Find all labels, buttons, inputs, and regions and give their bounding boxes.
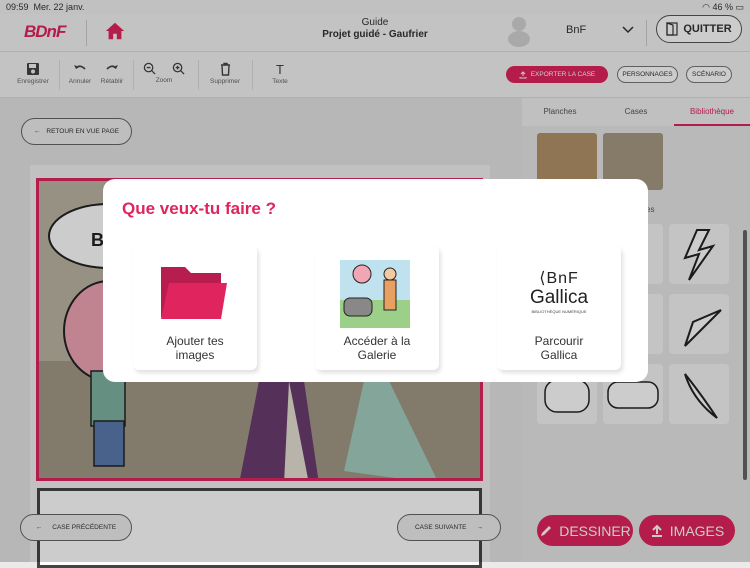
gallica-tagline: BIBLIOTHÈQUE NUMÉRIQUE (531, 309, 587, 314)
option-label-line: Accéder à la (343, 334, 411, 348)
option-label-line: Gallica (540, 348, 578, 362)
option-label: Parcourir Gallica (497, 334, 621, 362)
option-label-line: images (175, 348, 215, 362)
gallery-option[interactable]: Accéder à la Galerie (315, 246, 439, 370)
choice-dialog: Que veux-tu faire ? Ajouter tes images A… (103, 179, 648, 382)
option-label: Accéder à la Galerie (315, 334, 439, 362)
dialog-title: Que veux-tu faire ? (122, 199, 276, 218)
gallica-logo: ⟨BnF Gallica BIBLIOTHÈQUE NUMÉRIQUE (497, 268, 621, 314)
gallica-brand: ⟨BnF (539, 270, 579, 287)
option-label: Ajouter tes images (133, 334, 257, 362)
gallery-illustration (340, 260, 410, 328)
folder-icon (161, 267, 227, 319)
add-images-option[interactable]: Ajouter tes images (133, 246, 257, 370)
gallica-option[interactable]: ⟨BnF Gallica BIBLIOTHÈQUE NUMÉRIQUE Parc… (497, 246, 621, 370)
gallica-name: Gallica (529, 287, 589, 308)
option-label-line: Ajouter tes (166, 334, 224, 348)
option-label-line: Parcourir (534, 334, 584, 348)
option-label-line: Galerie (357, 348, 397, 362)
gallica-brand-text: BnF (546, 270, 579, 287)
